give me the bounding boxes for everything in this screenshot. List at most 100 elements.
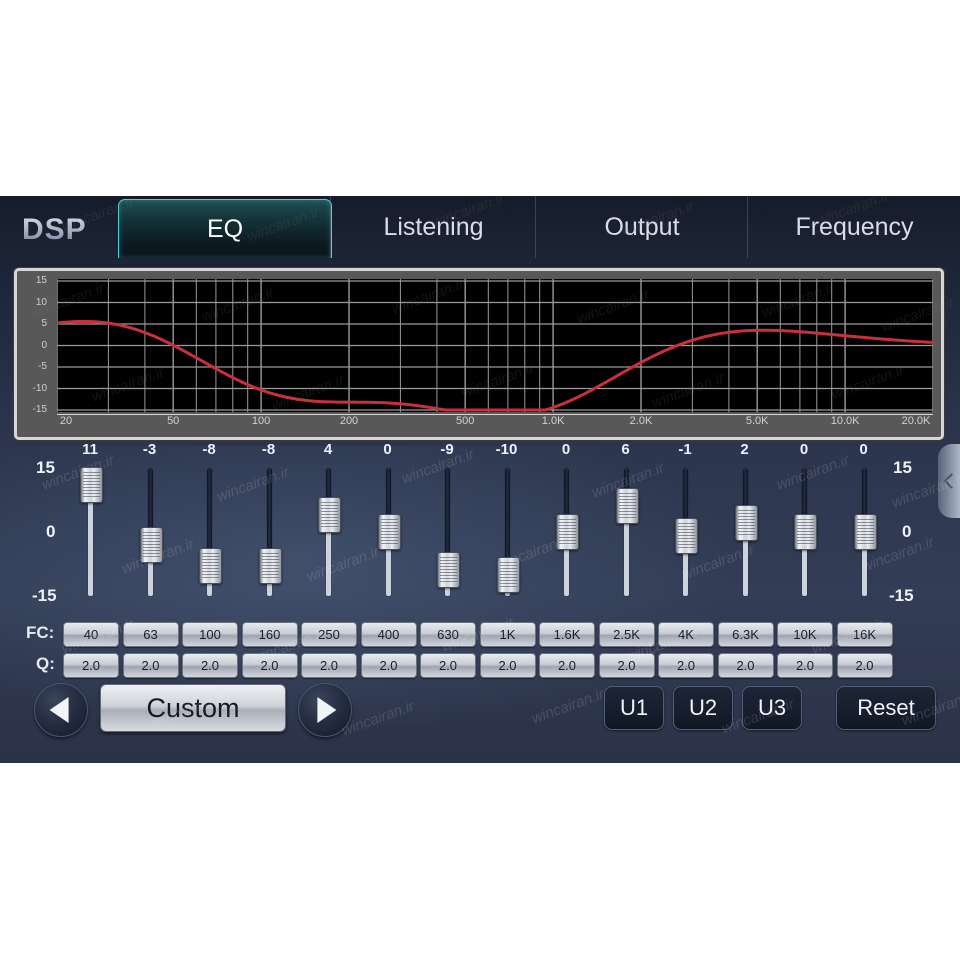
eq-curve-svg: [57, 279, 933, 412]
fc-cell-63[interactable]: 63: [122, 622, 179, 647]
eq-band-value: 11: [82, 441, 98, 458]
eq-band-slider-handle[interactable]: [377, 514, 401, 550]
graph-x-tick: 1.0K: [541, 415, 565, 427]
graph-x-tick: 20: [59, 415, 73, 427]
eq-band-slider-handle[interactable]: [318, 496, 341, 533]
tab-listening[interactable]: Listening: [330, 196, 536, 258]
q-cell-16K[interactable]: 2.0: [836, 653, 893, 678]
scale-label-mid: 0: [46, 522, 56, 541]
eq-band-slider-handle[interactable]: [615, 488, 639, 525]
eq-band-value: 0: [799, 441, 809, 458]
graph-x-tick: 100: [251, 415, 271, 427]
eq-band-10K[interactable]: 0: [782, 441, 826, 606]
eq-band-slider-handle[interactable]: [794, 514, 817, 550]
preset-name-button[interactable]: Custom: [100, 684, 286, 732]
graph-y-tick: 0: [41, 339, 47, 351]
user-preset-u2-button[interactable]: U2: [673, 686, 733, 730]
collapse-panel-button[interactable]: [938, 444, 960, 518]
fc-row-label: FC:: [26, 623, 55, 642]
fc-cell-250[interactable]: 250: [301, 622, 357, 647]
eq-band-16K[interactable]: 0: [842, 441, 886, 606]
q-cell-160[interactable]: 2.0: [241, 653, 298, 678]
eq-band-160[interactable]: -8: [247, 441, 291, 606]
q-cell-2.5K[interactable]: 2.0: [598, 653, 655, 678]
scale-label-bottom: -15: [32, 586, 57, 605]
eq-band-slider-handle[interactable]: [496, 556, 520, 593]
prev-preset-button[interactable]: [34, 683, 88, 737]
tab-eq[interactable]: EQ: [118, 199, 332, 258]
chevron-left-icon: [943, 473, 960, 489]
eq-band-slider-handle[interactable]: [853, 514, 877, 550]
q-cell-40[interactable]: 2.0: [63, 653, 119, 678]
fc-cell-400[interactable]: 400: [360, 622, 417, 647]
graph-y-tick: 10: [35, 296, 47, 308]
user-preset-u1-button[interactable]: U1: [604, 686, 664, 730]
tab-bar: DSP EQ Listening Output Frequency: [0, 196, 960, 264]
reset-button[interactable]: Reset: [836, 686, 936, 730]
triangle-left-icon: [49, 697, 69, 723]
q-cell-10K[interactable]: 2.0: [777, 653, 833, 678]
scale-label-top: 15: [36, 458, 55, 477]
eq-band-630[interactable]: -9: [425, 441, 469, 606]
graph-y-tick: -15: [32, 404, 47, 415]
eq-band-250[interactable]: 4: [306, 441, 350, 606]
eq-band-100[interactable]: -8: [187, 441, 231, 606]
scale-label-top-right: 15: [893, 458, 912, 477]
scale-label-mid-right: 0: [902, 522, 912, 541]
eq-band-value: 0: [383, 441, 392, 458]
q-cell-630[interactable]: 2.0: [420, 653, 476, 678]
eq-band-track[interactable]: [623, 468, 629, 596]
eq-band-40[interactable]: 11: [68, 441, 112, 606]
fc-cell-16K[interactable]: 16K: [836, 622, 893, 647]
eq-band-4K[interactable]: -1: [663, 441, 707, 606]
eq-band-slider-handle[interactable]: [80, 467, 103, 504]
tab-frequency[interactable]: Frequency: [747, 196, 960, 258]
eq-band-slider-handle[interactable]: [139, 526, 163, 563]
fc-cell-100[interactable]: 100: [182, 622, 238, 647]
fc-cell-630[interactable]: 630: [420, 622, 476, 647]
equalizer-slider-bank: 15 0 -15 15 0 -15 11 -3 -8 -8 4 0 -9 -10 0 6 -1 2 0 0: [0, 441, 960, 606]
dsp-logo: DSP: [22, 210, 118, 254]
q-cell-400[interactable]: 2.0: [360, 653, 417, 678]
q-cell-1K[interactable]: 2.0: [479, 653, 536, 678]
fc-cell-4K[interactable]: 4K: [658, 622, 714, 647]
q-cell-100[interactable]: 2.0: [182, 653, 238, 678]
eq-response-graph: 15 10 5 0 -5 -10 -15 20 50 100 200 500 1.0K 2.0K 5.0K…: [14, 268, 944, 440]
eq-band-value: -9: [440, 441, 454, 458]
eq-band-1K[interactable]: -10: [485, 441, 529, 606]
graph-x-tick: 10.0K: [830, 415, 860, 427]
eq-band-6.3K[interactable]: 2: [723, 441, 767, 606]
eq-band-slider-handle[interactable]: [258, 548, 282, 585]
q-cell-250[interactable]: 2.0: [301, 653, 357, 678]
eq-response-curve: [57, 319, 933, 412]
screen: DSP EQ Listening Output Frequency 15 10 5 0 -5-…: [0, 0, 960, 960]
eq-band-slider-handle[interactable]: [437, 552, 460, 589]
fc-cell-6.3K[interactable]: 6.3K: [717, 622, 774, 647]
fc-cell-1.6K[interactable]: 1.6K: [539, 622, 595, 647]
fc-cell-40[interactable]: 40: [63, 622, 119, 647]
q-cell-4K[interactable]: 2.0: [658, 653, 714, 678]
eq-band-slider-handle[interactable]: [556, 514, 579, 550]
eq-band-slider-handle[interactable]: [734, 505, 758, 542]
fc-cell-1K[interactable]: 1K: [479, 622, 536, 647]
eq-band-2.5K[interactable]: 6: [604, 441, 648, 606]
graph-y-tick: -5: [38, 361, 47, 372]
graph-y-tick: -10: [32, 382, 47, 394]
fc-cell-2.5K[interactable]: 2.5K: [598, 622, 655, 647]
q-cell-1.6K[interactable]: 2.0: [539, 653, 595, 678]
next-preset-button[interactable]: [298, 683, 352, 737]
eq-band-63[interactable]: -3: [128, 441, 172, 606]
graph-y-tick: 15: [35, 275, 47, 286]
eq-band-1.6K[interactable]: 0: [544, 441, 588, 606]
eq-band-400[interactable]: 0: [366, 441, 410, 606]
tab-output[interactable]: Output: [535, 196, 748, 258]
eq-band-value: -8: [261, 441, 276, 458]
fc-cell-160[interactable]: 160: [241, 622, 298, 647]
q-cell-63[interactable]: 2.0: [122, 653, 179, 678]
triangle-right-icon: [317, 697, 337, 723]
q-cell-6.3K[interactable]: 2.0: [717, 653, 774, 678]
fc-cell-10K[interactable]: 10K: [777, 622, 833, 647]
user-preset-u3-button[interactable]: U3: [742, 686, 802, 730]
eq-band-slider-handle[interactable]: [199, 548, 222, 585]
eq-band-slider-handle[interactable]: [675, 518, 698, 555]
